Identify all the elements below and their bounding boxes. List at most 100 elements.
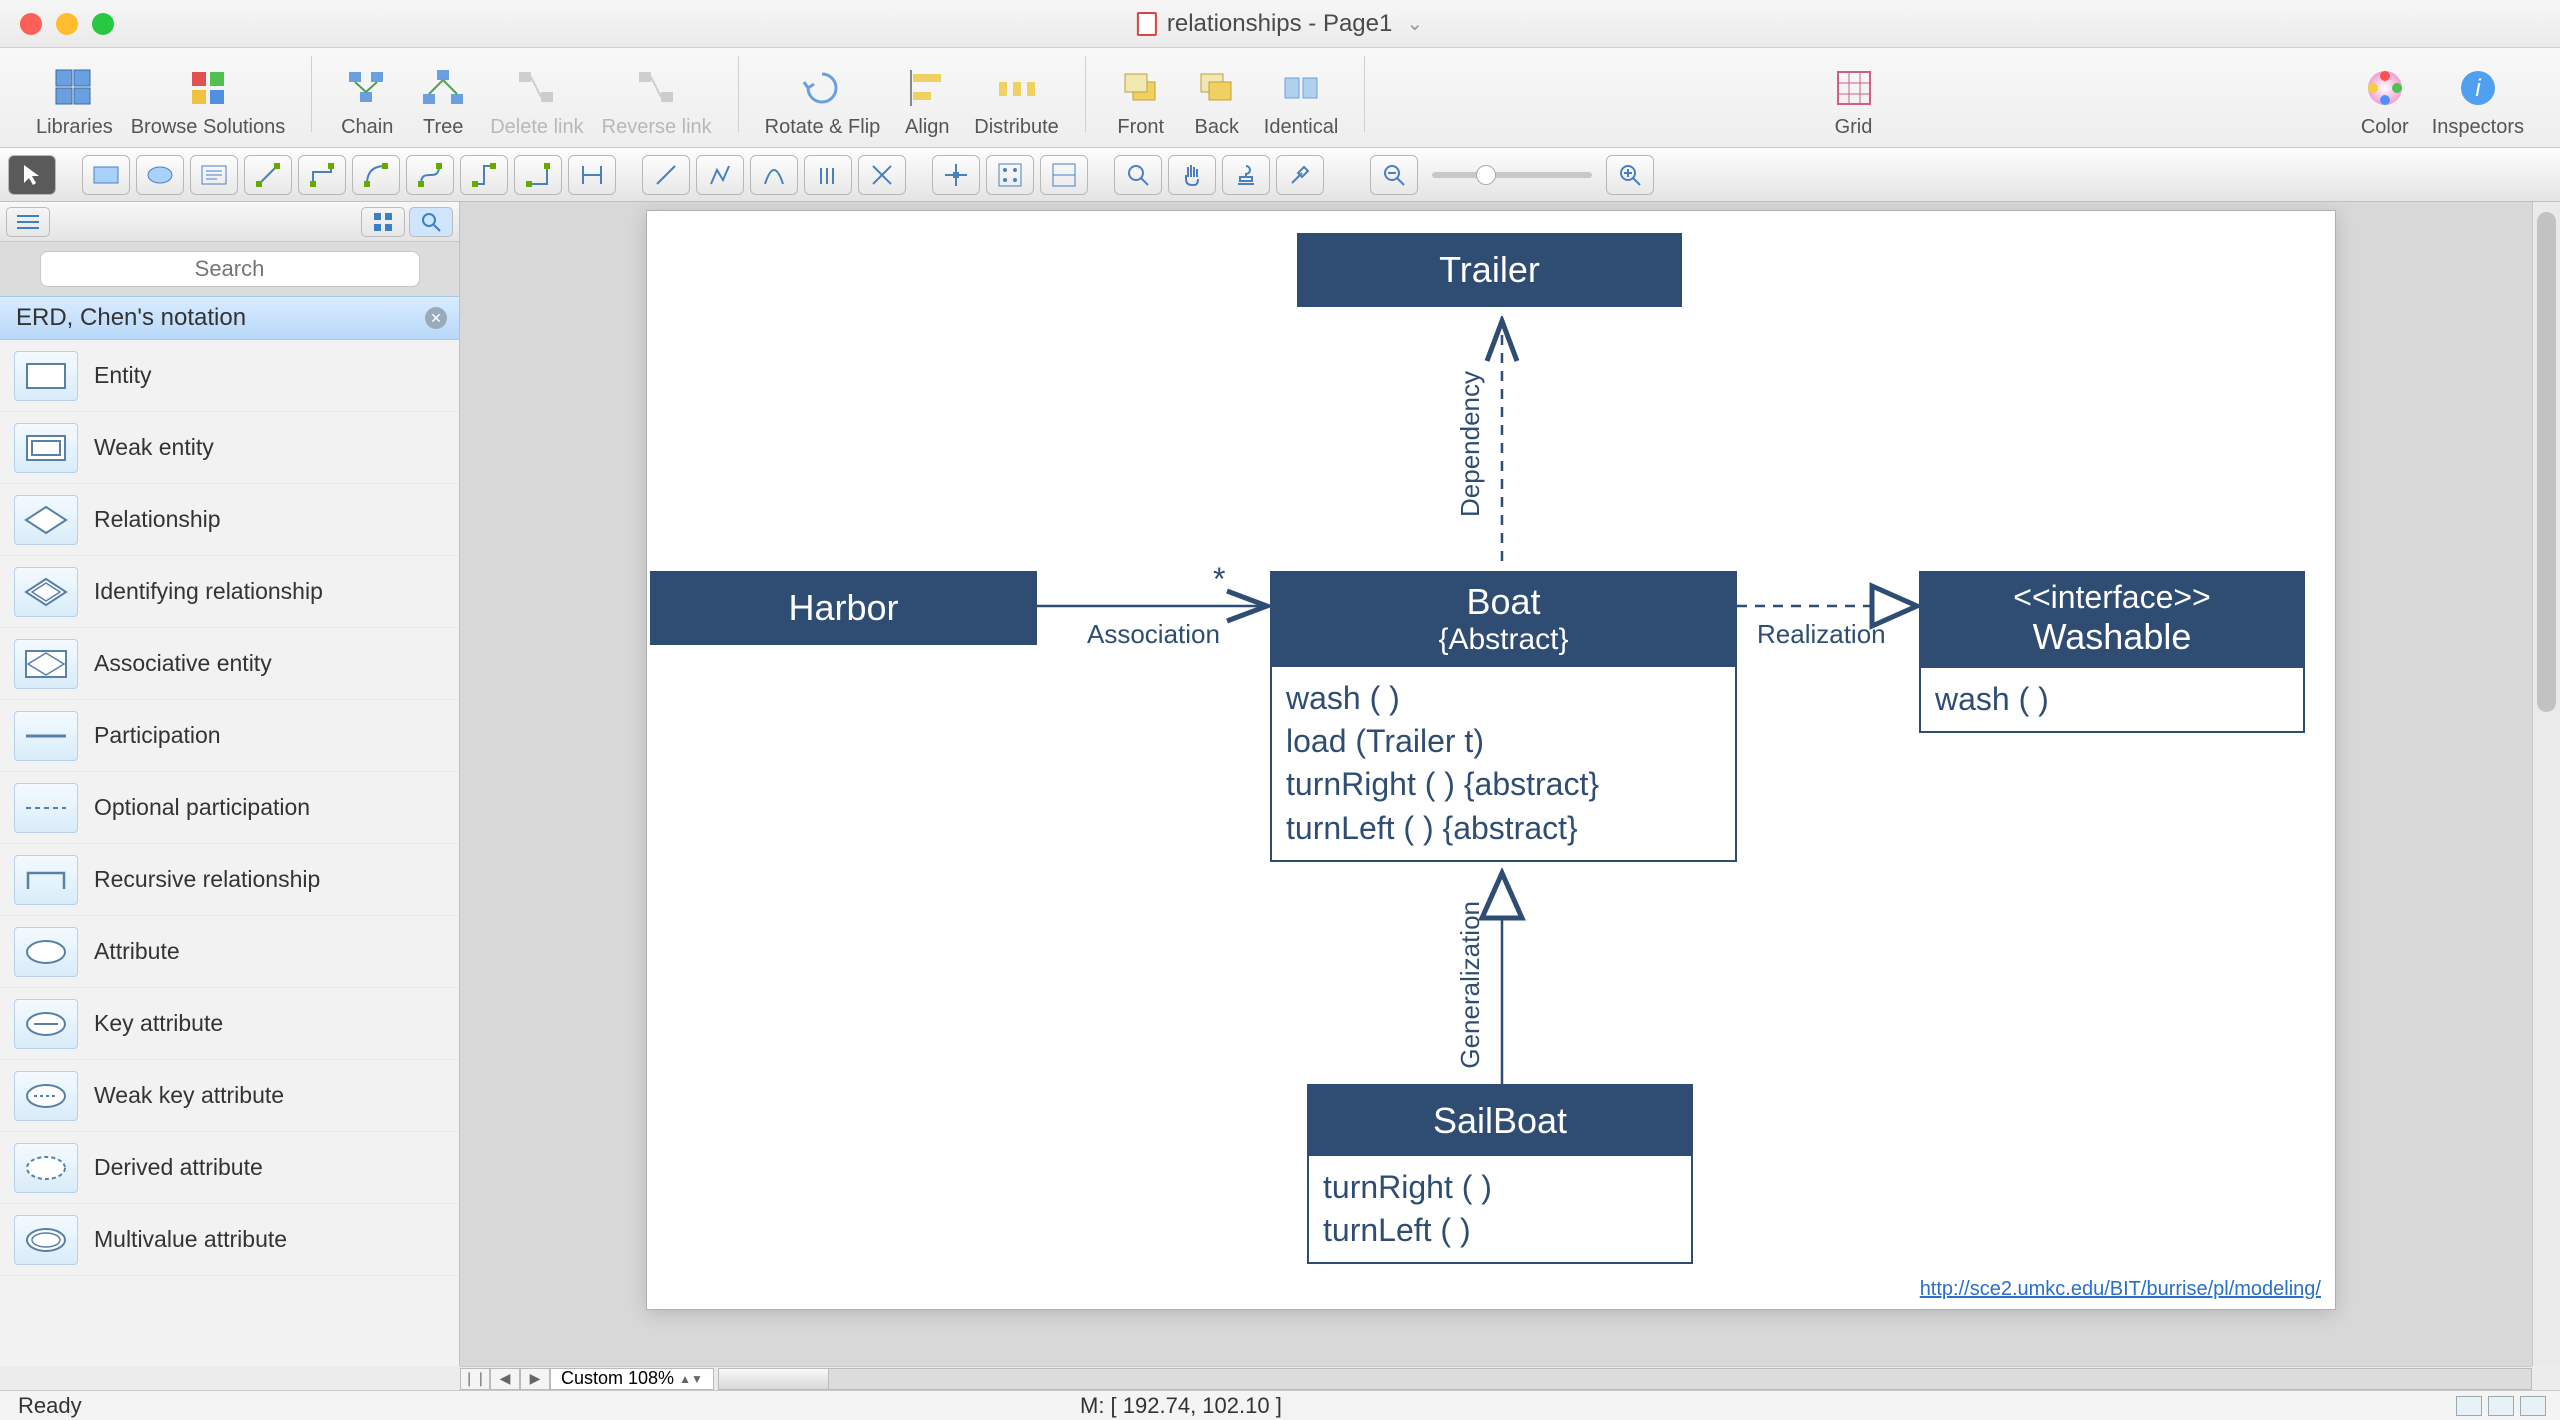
library-item[interactable]: Relationship	[0, 484, 459, 556]
library-item[interactable]: Participation	[0, 700, 459, 772]
label-association: Association	[1087, 619, 1220, 650]
text-tool[interactable]	[190, 155, 238, 195]
minimize-window-button[interactable]	[56, 13, 78, 35]
library-item[interactable]: Recursive relationship	[0, 844, 459, 916]
horizontal-scroll-thumb[interactable]	[719, 1369, 829, 1389]
connector-2-tool[interactable]	[298, 155, 346, 195]
rect-tool[interactable]	[82, 155, 130, 195]
library-search-input[interactable]	[40, 251, 420, 287]
pages-button[interactable]: ❘❘	[460, 1368, 490, 1390]
class-sailboat[interactable]: SailBoat turnRight ( )turnLeft ( )	[1307, 1084, 1693, 1264]
status-icon-2[interactable]	[2488, 1396, 2514, 1416]
connector-4-tool[interactable]	[406, 155, 454, 195]
library-item[interactable]: Key attribute	[0, 988, 459, 1060]
interface-washable-header: <<interface>> Washable	[1921, 573, 2303, 668]
line-tool-3[interactable]	[750, 155, 798, 195]
library-item[interactable]: Weak key attribute	[0, 1060, 459, 1132]
color-button[interactable]: Color	[2356, 66, 2414, 139]
zoom-in-button[interactable]	[1606, 155, 1654, 195]
delete-link-button[interactable]: Delete link	[490, 66, 583, 139]
grid-button[interactable]: Grid	[1825, 66, 1883, 139]
library-item[interactable]: Derived attribute	[0, 1132, 459, 1204]
library-panel: ERD, Chen's notation ✕ Entity Weak entity…	[0, 202, 460, 1366]
prev-page-button[interactable]: ◀	[490, 1368, 520, 1390]
source-link[interactable]: http://sce2.umkc.edu/BIT/burrise/pl/mode…	[1920, 1278, 2321, 1301]
reverse-link-button[interactable]: Reverse link	[602, 66, 712, 139]
align-button[interactable]: Align	[898, 66, 956, 139]
class-harbor[interactable]: Harbor	[650, 571, 1037, 645]
identical-button[interactable]: Identical	[1264, 66, 1339, 139]
search-toggle-button[interactable]	[409, 207, 453, 237]
line-tool-4[interactable]	[804, 155, 852, 195]
library-category-header[interactable]: ERD, Chen's notation ✕	[0, 296, 459, 340]
library-item[interactable]: Entity	[0, 340, 459, 412]
pointer-tool[interactable]	[8, 155, 56, 195]
browse-solutions-button[interactable]: Browse Solutions	[131, 66, 286, 139]
library-item[interactable]: Multivalue attribute	[0, 1204, 459, 1276]
chain-button[interactable]: Chain	[338, 66, 396, 139]
class-harbor-name: Harbor	[652, 573, 1035, 643]
eyedropper-tool[interactable]	[1276, 155, 1324, 195]
library-item[interactable]: Attribute	[0, 916, 459, 988]
library-item-thumb	[14, 495, 78, 545]
library-search-row	[0, 242, 459, 296]
connector-1-tool[interactable]	[244, 155, 292, 195]
status-text: Ready	[18, 1393, 82, 1419]
library-item[interactable]: Associative entity	[0, 628, 459, 700]
pan-tool[interactable]	[1168, 155, 1216, 195]
front-button[interactable]: Front	[1112, 66, 1170, 139]
zoom-out-button[interactable]	[1370, 155, 1418, 195]
edit-tool-3[interactable]	[1040, 155, 1088, 195]
connector-5-tool[interactable]	[460, 155, 508, 195]
class-boat[interactable]: Boat {Abstract} wash ( )load (Trailer t)…	[1270, 571, 1737, 862]
edit-tool-1[interactable]	[932, 155, 980, 195]
rotate-flip-button[interactable]: Rotate & Flip	[765, 66, 881, 139]
inspectors-button[interactable]: i Inspectors	[2432, 66, 2524, 139]
zoom-level-display[interactable]: Custom 108% ▲▼	[550, 1368, 714, 1390]
horizontal-scroll-gutter: ❘❘ ◀ ▶ Custom 108% ▲▼	[460, 1366, 2532, 1390]
horhtml-scroll-track[interactable]	[718, 1368, 2532, 1390]
line-tool-2[interactable]	[696, 155, 744, 195]
ellipse-tool[interactable]	[136, 155, 184, 195]
interface-washable[interactable]: <<interface>> Washable wash ( )	[1919, 571, 2305, 733]
grid-view-button[interactable]	[361, 207, 405, 237]
back-button[interactable]: Back	[1188, 66, 1246, 139]
line-tool-5[interactable]	[858, 155, 906, 195]
interface-washable-operations: wash ( )	[1921, 668, 2303, 731]
page[interactable]: Trailer Harbor Boat {Abstract} wash ( )l…	[646, 210, 2336, 1310]
library-item[interactable]: Optional participation	[0, 772, 459, 844]
list-view-button[interactable]	[6, 207, 50, 237]
tree-button[interactable]: Tree	[414, 66, 472, 139]
library-item-label: Entity	[94, 362, 152, 389]
zoom-slider[interactable]	[1432, 172, 1592, 178]
mouse-position: M: [ 192.74, 102.10 ]	[1080, 1393, 1282, 1419]
zoom-slider-thumb[interactable]	[1476, 165, 1496, 185]
library-item[interactable]: Identifying relationship	[0, 556, 459, 628]
connector-7-tool[interactable]	[568, 155, 616, 195]
line-tool-1[interactable]	[642, 155, 690, 195]
library-item-label: Weak key attribute	[94, 1082, 284, 1109]
zoom-tool[interactable]	[1114, 155, 1162, 195]
window-title[interactable]: relationships - Page1 ⌄	[1137, 10, 1423, 38]
vertical-scroll-thumb[interactable]	[2537, 212, 2556, 712]
status-icon-3[interactable]	[2520, 1396, 2546, 1416]
library-item-label: Multivalue attribute	[94, 1226, 287, 1253]
label-dependency: Dependency	[1455, 371, 1486, 517]
zoom-window-button[interactable]	[92, 13, 114, 35]
stamp-tool[interactable]	[1222, 155, 1270, 195]
next-page-button[interactable]: ▶	[520, 1368, 550, 1390]
distribute-button[interactable]: Distribute	[974, 66, 1058, 139]
status-icon-1[interactable]	[2456, 1396, 2482, 1416]
close-category-button[interactable]: ✕	[425, 307, 447, 329]
close-window-button[interactable]	[20, 13, 42, 35]
canvas-area[interactable]: Trailer Harbor Boat {Abstract} wash ( )l…	[460, 202, 2532, 1366]
connector-3-tool[interactable]	[352, 155, 400, 195]
class-trailer[interactable]: Trailer	[1297, 233, 1682, 307]
connector-6-tool[interactable]	[514, 155, 562, 195]
vertical-scrollbar[interactable]	[2532, 202, 2560, 1366]
class-trailer-name: Trailer	[1299, 235, 1680, 305]
library-item-thumb	[14, 999, 78, 1049]
libraries-button[interactable]: Libraries	[36, 66, 113, 139]
library-item[interactable]: Weak entity	[0, 412, 459, 484]
edit-tool-2[interactable]	[986, 155, 1034, 195]
